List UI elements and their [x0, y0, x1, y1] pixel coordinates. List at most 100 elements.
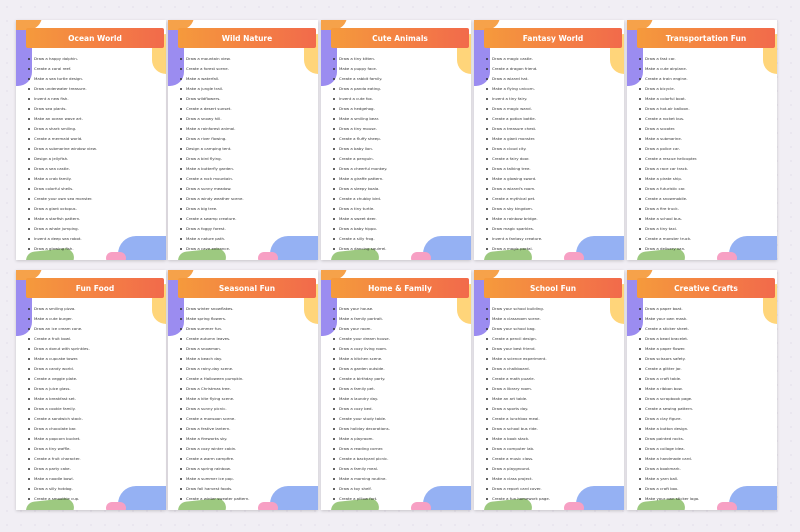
prompt-item: Draw a shark smiling. [28, 124, 158, 134]
prompt-item: Draw winter snowflakes. [180, 304, 310, 314]
prompt-item: Draw a glowing fish. [28, 244, 158, 254]
prompt-item: Create a music class. [486, 454, 616, 464]
prompt-item: Make a school bus. [639, 214, 769, 224]
worksheet-card: Ocean World Draw a happy dolphin. Create a… [16, 20, 166, 260]
prompt-item: Create a train engine. [639, 74, 769, 84]
prompt-item: Invent a new fish. [28, 94, 158, 104]
prompt-item: Draw a baby lion. [333, 144, 463, 154]
prompt-item: Create a rescue helicopter. [639, 154, 769, 164]
prompt-item: Draw a toy shelf. [333, 484, 463, 494]
prompt-item: Draw magic sparkles. [486, 224, 616, 234]
prompt-item: Create a coral reef. [28, 64, 158, 74]
prompt-item: Create a potion bottle. [486, 114, 616, 124]
prompt-item: Make a breakfast set. [28, 394, 158, 404]
worksheet-title: Creative Crafts [637, 278, 775, 298]
prompt-item: Create a fluffy sheep. [333, 134, 463, 144]
prompt-item: Make a starfish pattern. [28, 214, 158, 224]
worksheet-title: Fun Food [26, 278, 164, 298]
prompt-item: Create your dream house. [333, 334, 463, 344]
prompt-item: Draw a submarine window view. [28, 144, 158, 154]
prompt-item: Draw a sunny picnic. [180, 404, 310, 414]
prompt-item: Create a swamp creature. [180, 214, 310, 224]
prompt-item: Invent a tiny fairy. [486, 94, 616, 104]
prompt-item: Create a warm campfire. [180, 454, 310, 464]
prompt-item: Draw a cookie family. [28, 404, 158, 414]
prompt-list: Draw winter snowflakes. Make spring flowe… [180, 304, 310, 504]
prompt-item: Create a sewing pattern. [639, 404, 769, 414]
prompt-item: Create a rabbit family. [333, 74, 463, 84]
prompt-item: Make your own sticker logo. [639, 494, 769, 504]
prompt-item: Draw a school bus ride. [486, 424, 616, 434]
prompt-item: Make a rainforest animal. [180, 124, 310, 134]
prompt-item: Draw a cozy living room. [333, 344, 463, 354]
prompt-item: Draw a sky kingdom. [486, 204, 616, 214]
prompt-item: Draw a hedgehog. [333, 104, 463, 114]
prompt-item: Make a crab family. [28, 174, 158, 184]
prompt-item: Make a yarn ball. [639, 474, 769, 484]
prompt-item: Draw a foggy forest. [180, 224, 310, 234]
prompt-item: Design a camping tent. [180, 144, 310, 154]
prompt-item: Make a laundry day. [333, 394, 463, 404]
prompt-item: Make a jungle trail. [180, 84, 310, 94]
prompt-item: Draw a chalkboard. [486, 364, 616, 374]
prompt-item: Draw a smiling pizza. [28, 304, 158, 314]
prompt-item: Draw a craft box. [639, 484, 769, 494]
prompt-item: Create a desert sunset. [180, 104, 310, 114]
prompt-item: Create a monsoon scene. [180, 414, 310, 424]
prompt-item: Create a forest scene. [180, 64, 310, 74]
prompt-item: Create a mythical pet. [486, 194, 616, 204]
prompt-item: Create a rock mountain. [180, 174, 310, 184]
prompt-item: Draw a mountain view. [180, 54, 310, 64]
prompt-item: Make a fireworks sky. [180, 434, 310, 444]
prompt-item: Create a dragon friend. [486, 64, 616, 74]
prompt-item: Make a classroom scene. [486, 314, 616, 324]
prompt-item: Create a smoothie cup. [28, 494, 158, 504]
worksheet-card: Creative Crafts Draw a paper boat. Make yo… [627, 270, 777, 510]
prompt-item: Make an ocean wave art. [28, 114, 158, 124]
prompt-list: Draw a magic castle. Create a dragon frie… [486, 54, 616, 254]
prompt-item: Draw a delivery van. [639, 244, 769, 254]
prompt-item: Draw a garden outside. [333, 364, 463, 374]
prompt-item: Create a fruit bowl. [28, 334, 158, 344]
prompt-item: Draw a tiny taxi. [639, 224, 769, 234]
worksheet-card: School Fun Draw your school building. Make… [474, 270, 624, 510]
prompt-item: Draw an ice cream cone. [28, 324, 158, 334]
prompt-item: Draw a festive lantern. [180, 424, 310, 434]
prompt-item: Create a monster truck. [639, 234, 769, 244]
prompt-item: Create a sandwich stack. [28, 414, 158, 424]
prompt-item: Create a mermaid world. [28, 134, 158, 144]
prompt-item: Make a smiling bear. [333, 114, 463, 124]
prompt-item: Draw a rainy-day scene. [180, 364, 310, 374]
prompt-item: Make a popcorn bucket. [28, 434, 158, 444]
prompt-item: Make a morning routine. [333, 474, 463, 484]
prompt-item: Make a cute burger. [28, 314, 158, 324]
prompt-item: Create a sticker sheet. [639, 324, 769, 334]
prompt-item: Draw a chocolate bar. [28, 424, 158, 434]
prompt-item: Draw fall harvest foods. [180, 484, 310, 494]
prompt-item: Draw a sunny meadow. [180, 184, 310, 194]
prompt-item: Make a submarine. [639, 134, 769, 144]
prompt-item: Draw a scooter. [639, 124, 769, 134]
prompt-item: Draw a bicycle. [639, 84, 769, 94]
prompt-item: Draw holiday decorations. [333, 424, 463, 434]
prompt-item: Draw your school building. [486, 304, 616, 314]
prompt-item: Draw your best friend. [486, 344, 616, 354]
prompt-item: Invent a fantasy creature. [486, 234, 616, 244]
prompt-item: Draw a sports day. [486, 404, 616, 414]
prompt-item: Make a kite flying scene. [180, 394, 310, 404]
prompt-item: Create a lunchbox meal. [486, 414, 616, 424]
prompt-item: Create a glitter jar. [639, 364, 769, 374]
prompt-item: Make your own mask. [639, 314, 769, 324]
prompt-item: Draw painted rocks. [639, 434, 769, 444]
prompt-item: Draw a hot-air balloon. [639, 104, 769, 114]
prompt-item: Draw a giant octopus. [28, 204, 158, 214]
prompt-item: Draw a fire truck. [639, 204, 769, 214]
prompt-item: Make spring flowers. [180, 314, 310, 324]
prompt-item: Draw a craft table. [639, 374, 769, 384]
prompt-item: Draw a magic portal. [486, 244, 616, 254]
prompt-item: Make a beach day. [180, 354, 310, 364]
prompt-item: Create a Halloween pumpkin. [180, 374, 310, 384]
prompt-item: Draw a silly hotdog. [28, 484, 158, 494]
prompt-item: Draw a Christmas tree. [180, 384, 310, 394]
prompt-item: Create a silly frog. [333, 234, 463, 244]
